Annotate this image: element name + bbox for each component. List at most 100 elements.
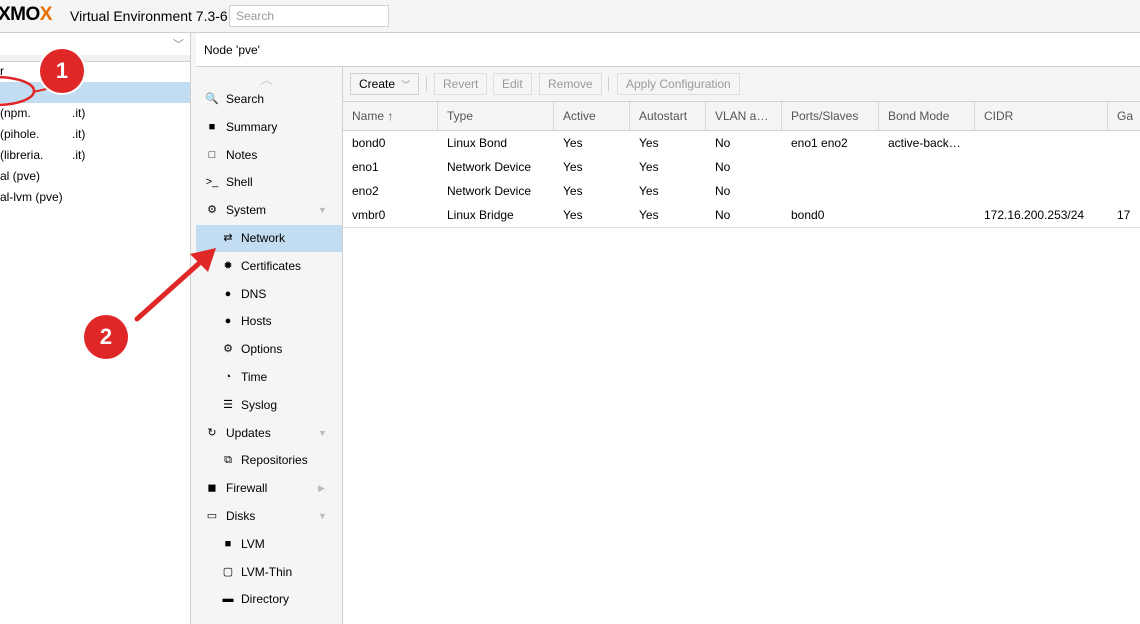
menu-item-options[interactable]: ⚙ Options (196, 336, 342, 363)
tree-item[interactable]: (npm. .it) (0, 103, 190, 124)
menu-item-system[interactable]: ⚙ System ▼ (196, 197, 342, 224)
table-cell (879, 155, 975, 179)
menu-item-search[interactable]: 🔍 Search (196, 86, 342, 113)
table-cell (1108, 131, 1140, 155)
menu-item-notes[interactable]: □ Notes (196, 142, 342, 169)
toolbar-separator (426, 77, 427, 91)
menu-item-label: Hosts (241, 314, 272, 329)
tree-item[interactable]: al-lvm (pve) (0, 187, 190, 208)
menu-item-label: Network (241, 231, 286, 245)
column-header[interactable]: Bond Mode (879, 102, 975, 130)
tree-item-label: al (pve) (0, 169, 41, 183)
column-header[interactable]: Type (438, 102, 554, 130)
tree-item[interactable]: al (pve) (0, 166, 190, 187)
menu-item-label: DNS (241, 286, 267, 301)
tree-item-label: r (0, 64, 4, 78)
exchange-icon: ⇄ (223, 232, 233, 244)
remove-button[interactable]: Remove (539, 73, 602, 95)
menu-item-label: Certificates (241, 258, 302, 273)
expand-icon[interactable]: ▼ (318, 420, 327, 447)
network-panel: Create ﹀ Revert Edit Remove Apply Config… (343, 67, 1140, 624)
tree-item-domain: .it) (72, 106, 86, 120)
apply-configuration-button[interactable]: Apply Configuration (617, 73, 740, 95)
tree-item[interactable] (0, 82, 190, 103)
menu-item-network[interactable]: ⇄ Network (196, 225, 342, 252)
menu-item-lvm[interactable]: ■ LVM (196, 531, 342, 558)
edit-button[interactable]: Edit (493, 73, 532, 95)
notes-icon: □ (208, 148, 216, 161)
repositories-icon: ⧉ (224, 454, 232, 467)
column-header[interactable]: Ports/Slaves (782, 102, 879, 130)
tree-item-label: (libreria. (0, 148, 44, 162)
shield-icon: ◼ (207, 482, 217, 495)
column-header[interactable]: Active (554, 102, 630, 130)
menu-item-updates[interactable]: ↻ Updates ▼ (196, 420, 342, 447)
menu-item-label: Search (226, 92, 265, 106)
table-cell: Linux Bond (447, 136, 508, 150)
menu-item-certificates[interactable]: ✹ Certificates (196, 253, 342, 280)
menu-item-syslog[interactable]: ☰ Syslog (196, 392, 342, 419)
revert-button[interactable]: Revert (434, 73, 488, 95)
menu-item-hosts[interactable]: ● Hosts (196, 308, 342, 335)
server-view-select[interactable]: ﹀ (0, 33, 190, 56)
expand-icon[interactable]: ▼ (318, 197, 327, 224)
table-row[interactable]: bond0 Linux Bond Yes Yes No eno1 eno2 active-b… (343, 131, 1140, 156)
menu-item-summary[interactable]: ■ Summary (196, 114, 342, 141)
menu-item-time[interactable]: ◔ Time (196, 364, 342, 391)
proxmox-logo[interactable]: XMOX (0, 5, 52, 25)
clock-icon: ◔ (224, 371, 232, 383)
menu-item-label: LVM (241, 536, 265, 551)
tree-item[interactable]: r (0, 61, 190, 82)
menu-item-repositories[interactable]: ⧉ Repositories (196, 447, 342, 474)
table-cell: Network Device (447, 184, 532, 198)
column-header[interactable]: Name ↑ (343, 102, 438, 130)
table-row[interactable]: vmbr0 Linux Bridge Yes Yes No bond0 172.16.200… (343, 203, 1140, 228)
menu-item-shell[interactable]: >_ Shell (196, 169, 342, 196)
menu-item-label: Directory (241, 592, 290, 607)
tree-item[interactable]: (pihole. .it) (0, 124, 190, 145)
grid-header: Name ↑ Type Active Autostart VLAN a… Ports/Sl… (343, 102, 1140, 131)
menu-item-firewall[interactable]: ◼ Firewall ▶ (196, 475, 342, 502)
menu-item-label: Disks (226, 509, 256, 523)
menu-item-directory[interactable]: ▬ Directory (196, 586, 342, 613)
column-header[interactable]: VLAN a… (706, 102, 782, 130)
menu-item-disks[interactable]: ▭ Disks ▼ (196, 503, 342, 530)
book-icon: ■ (208, 120, 216, 133)
column-header[interactable]: CIDR (975, 102, 1108, 130)
table-cell: Yes (639, 160, 659, 174)
global-search-input[interactable] (229, 5, 389, 27)
table-cell: No (715, 184, 731, 198)
top-header: XMOX Virtual Environment 7.3-6 (0, 0, 1140, 33)
menu-item-dns[interactable]: ● DNS (196, 281, 342, 308)
menu-item-label: Shell (226, 175, 253, 190)
menu-item-label: Syslog (241, 397, 278, 412)
menu-item-label: Summary (226, 119, 278, 134)
table-cell: eno1 (352, 160, 379, 174)
tree-item[interactable]: (libreria. .it) (0, 145, 190, 166)
list-icon: ☰ (223, 398, 233, 411)
table-cell: bond0 (791, 208, 825, 222)
menu-item-label: System (226, 203, 267, 218)
table-cell (975, 179, 1108, 203)
table-cell (1108, 155, 1140, 179)
table-row[interactable]: eno2 Network Device Yes Yes No (343, 179, 1140, 204)
refresh-icon: ↻ (207, 426, 217, 439)
table-cell: No (715, 160, 731, 174)
annotation-badge-1: 1 (40, 49, 84, 93)
table-cell: bond0 (352, 136, 386, 150)
table-cell: Yes (639, 184, 659, 198)
column-header[interactable]: Ga (1108, 102, 1140, 130)
tree-item-domain: .it) (72, 148, 86, 162)
table-cell: Yes (639, 136, 659, 150)
expand-icon[interactable]: ▶ (318, 475, 325, 502)
node-submenu: ︿ 🔍 Search ■ Summary □ Notes >_ Shell ⚙ System ▼ ⇄ N… (196, 67, 343, 624)
column-header[interactable]: Autostart (630, 102, 706, 130)
globe-icon: ● (224, 315, 232, 328)
menu-item-lvm-thin[interactable]: ▢ LVM-Thin (196, 559, 342, 586)
expand-icon[interactable]: ▼ (318, 503, 327, 530)
tree-item-label: al-lvm (pve) (0, 190, 63, 204)
table-cell: Yes (639, 208, 659, 222)
create-button[interactable]: Create ﹀ (350, 73, 420, 95)
gear-icon: ⚙ (223, 343, 233, 356)
table-row[interactable]: eno1 Network Device Yes Yes No (343, 155, 1140, 180)
